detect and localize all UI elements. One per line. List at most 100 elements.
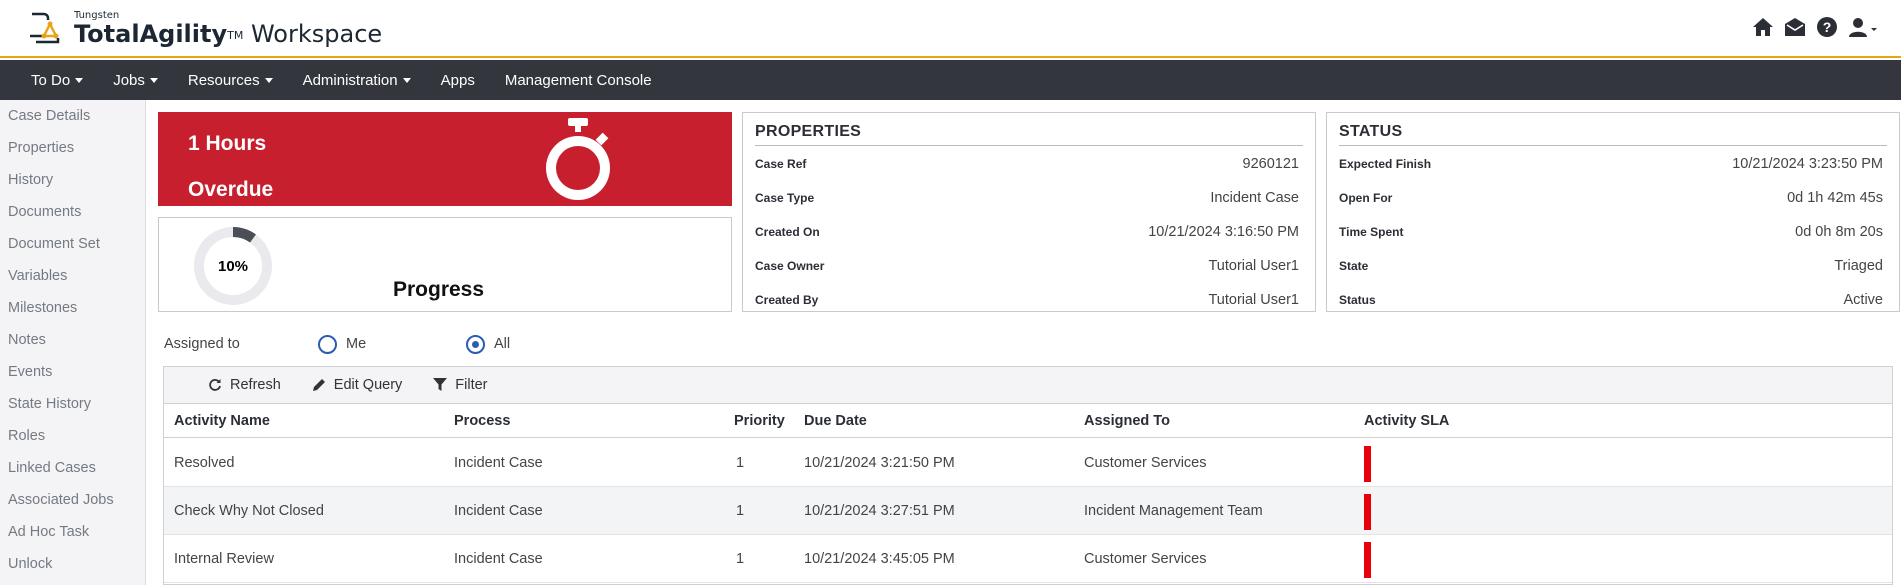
nav-apps[interactable]: Apps [426, 60, 490, 100]
status-row: Open For 0d 1h 42m 45s [1339, 188, 1883, 208]
filter-button[interactable]: Filter [433, 377, 488, 393]
refresh-icon [209, 379, 221, 391]
sidebar-item-linked-cases[interactable]: Linked Cases [0, 452, 145, 484]
properties-row-label: Case Type [755, 191, 815, 205]
sla-indicator [1364, 542, 1371, 578]
overdue-label: Overdue [188, 178, 274, 201]
status-title: STATUS [1339, 123, 1887, 146]
cell-priority: 1 [736, 455, 745, 471]
sidebar-item-document-set[interactable]: Document Set [0, 228, 145, 260]
cell-assigned-to: Incident Management Team [1084, 503, 1263, 519]
overdue-hours: 1 Hours [188, 132, 267, 155]
cell-assigned-to: Customer Services [1084, 455, 1207, 471]
sidebar-item-case-details[interactable]: Case Details [0, 100, 145, 132]
mail-icon[interactable] [1783, 15, 1807, 39]
properties-row: Created By Tutorial User1 [755, 290, 1299, 310]
nav-resources[interactable]: Resources [173, 60, 288, 100]
cell-due-date: 10/21/2024 3:21:50 PM [804, 455, 955, 471]
caret-down-icon [75, 77, 84, 83]
status-row: State Triaged [1339, 256, 1883, 276]
sidebar-item-associated-jobs[interactable]: Associated Jobs [0, 484, 145, 516]
status-row-label: Open For [1339, 191, 1393, 205]
cell-due-date: 10/21/2024 3:27:51 PM [804, 503, 955, 519]
nav-administration[interactable]: Administration [288, 60, 426, 100]
radio-me[interactable] [318, 335, 337, 354]
status-row-label: Status [1339, 293, 1376, 307]
home-icon[interactable] [1751, 15, 1775, 39]
nav-label: Administration [302, 71, 398, 89]
table-row[interactable]: Check Why Not Closed Incident Case 1 10/21/… [164, 487, 1892, 535]
sidebar-item-state-history[interactable]: State History [0, 388, 145, 420]
col-due-date[interactable]: Due Date [804, 404, 867, 438]
properties-row-value: 9260121 [1242, 156, 1299, 172]
refresh-button[interactable]: Refresh [208, 377, 281, 393]
radio-all[interactable] [466, 335, 485, 354]
sidebar-item-milestones[interactable]: Milestones [0, 292, 145, 324]
activities-grid: Refresh Edit Query Filter Activity Name … [163, 366, 1893, 585]
cell-process: Incident Case [454, 503, 543, 519]
status-row-value: 0d 0h 8m 20s [1795, 224, 1883, 240]
nav-label: Management Console [504, 71, 652, 89]
radio-all-label[interactable]: All [494, 336, 510, 352]
nav-label: To Do [31, 71, 71, 89]
properties-row: Case Type Incident Case [755, 188, 1299, 208]
sidebar-item-variables[interactable]: Variables [0, 260, 145, 292]
radio-me-label[interactable]: Me [346, 336, 366, 352]
nav-jobs[interactable]: Jobs [98, 60, 173, 100]
sidebar-item-unlock[interactable]: Unlock [0, 548, 145, 580]
col-activity-sla[interactable]: Activity SLA [1364, 404, 1449, 438]
properties-row-value: Incident Case [1210, 190, 1299, 206]
progress-percent: 10% [217, 257, 249, 275]
nav-management-console[interactable]: Management Console [490, 60, 667, 100]
properties-row-label: Created On [755, 225, 820, 239]
sidebar-item-events[interactable]: Events [0, 356, 145, 388]
col-priority[interactable]: Priority [734, 404, 785, 438]
properties-row: Case Owner Tutorial User1 [755, 256, 1299, 276]
progress-card: 10% Progress [158, 217, 732, 312]
properties-title: PROPERTIES [755, 123, 1303, 146]
col-assigned-to[interactable]: Assigned To [1084, 404, 1170, 438]
cell-activity-name: Resolved [174, 455, 235, 471]
table-row[interactable]: Internal Review Incident Case 1 10/21/2024 … [164, 535, 1892, 583]
status-row-label: Expected Finish [1339, 157, 1432, 171]
cell-priority: 1 [736, 503, 745, 519]
refresh-label: Refresh [230, 377, 281, 393]
cell-process: Incident Case [454, 455, 543, 471]
properties-row-value: Tutorial User1 [1208, 292, 1299, 308]
cell-assigned-to: Customer Services [1084, 551, 1207, 567]
properties-row-value: 10/21/2024 3:16:50 PM [1148, 224, 1299, 240]
sidebar-item-documents[interactable]: Documents [0, 196, 145, 228]
pencil-icon [312, 379, 325, 391]
properties-row: Created On 10/21/2024 3:16:50 PM [755, 222, 1299, 242]
col-process[interactable]: Process [454, 404, 510, 438]
status-row-value: 10/21/2024 3:23:50 PM [1732, 156, 1883, 172]
tungsten-logo-icon [30, 12, 60, 44]
cell-activity-name: Check Why Not Closed [174, 503, 324, 519]
status-row-value: 0d 1h 42m 45s [1787, 190, 1883, 206]
case-sidebar: Case Details Properties History Documents Do… [0, 100, 146, 585]
edit-query-button[interactable]: Edit Query [312, 377, 402, 393]
filter-icon [433, 378, 448, 391]
nav-label: Resources [187, 71, 260, 89]
svg-text:?: ? [1823, 19, 1832, 35]
col-activity-name[interactable]: Activity Name [174, 404, 270, 438]
table-row[interactable]: Resolved Incident Case 1 10/21/2024 3:21:50… [164, 439, 1892, 487]
user-menu-icon[interactable] [1847, 15, 1879, 39]
status-panel: STATUS Expected Finish 10/21/2024 3:23:50… [1326, 112, 1900, 312]
sidebar-item-ad-hoc-task[interactable]: Ad Hoc Task [0, 516, 145, 548]
nav-to-do[interactable]: To Do [0, 60, 98, 100]
sidebar-item-history[interactable]: History [0, 164, 145, 196]
sla-indicator [1364, 494, 1371, 530]
sidebar-item-properties[interactable]: Properties [0, 132, 145, 164]
sla-indicator [1364, 446, 1371, 482]
cell-priority: 1 [736, 551, 745, 567]
stopwatch-icon [546, 118, 610, 200]
sidebar-item-roles[interactable]: Roles [0, 420, 145, 452]
app-logo[interactable]: Tungsten TotalAgilityTM Workspace [26, 8, 382, 47]
help-icon[interactable]: ? [1815, 15, 1839, 39]
cell-due-date: 10/21/2024 3:45:05 PM [804, 551, 955, 567]
sidebar-item-notes[interactable]: Notes [0, 324, 145, 356]
cell-activity-name: Internal Review [174, 551, 274, 567]
properties-row-label: Case Ref [755, 157, 807, 171]
status-row-value: Triaged [1834, 258, 1883, 274]
